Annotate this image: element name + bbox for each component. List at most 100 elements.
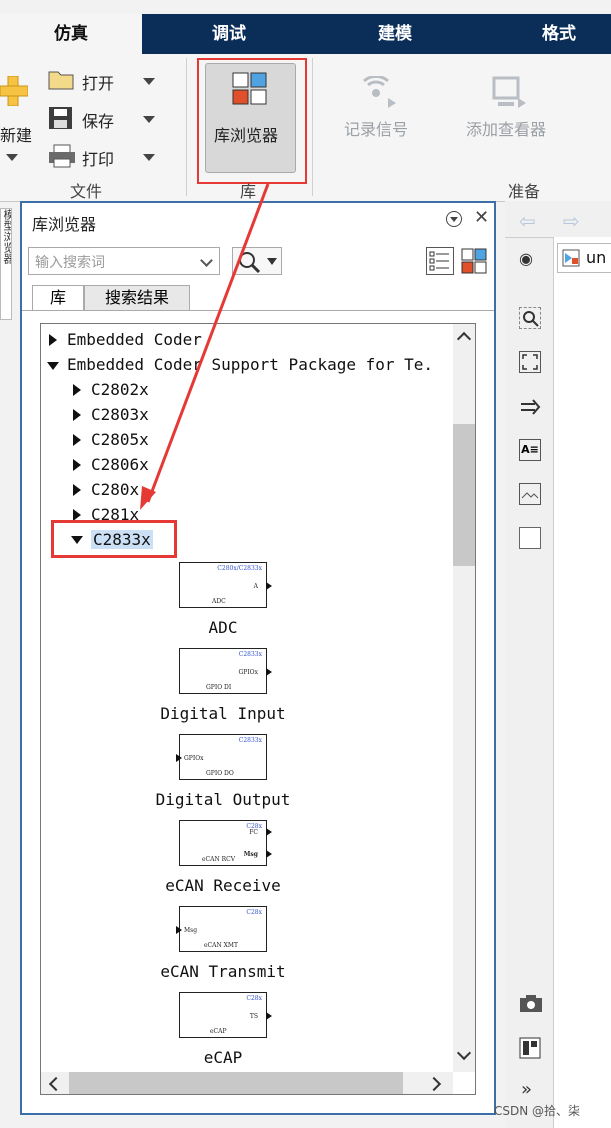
- expand-icon[interactable]: [73, 459, 81, 471]
- hide-panel-icon[interactable]: ◉: [519, 249, 533, 268]
- block-footer: eCAN XMT: [204, 942, 239, 949]
- library-browser-button[interactable]: 库浏览器: [205, 63, 296, 173]
- model-canvas-pane: ⇦ ⇨ un ◉ A≡ »: [505, 201, 611, 1128]
- block-out-port: A: [253, 583, 258, 590]
- scroll-up-icon[interactable]: [456, 331, 472, 347]
- tree-item[interactable]: C2802x: [91, 380, 149, 399]
- save-dropdown-icon[interactable]: [143, 116, 155, 123]
- tab-format[interactable]: 格式: [490, 14, 611, 54]
- model-browser-side-label: 模型浏览器: [2, 209, 12, 264]
- property-inspector-icon[interactable]: [519, 1037, 541, 1059]
- new-plus-icon[interactable]: [0, 75, 29, 107]
- panel-options-icon[interactable]: [446, 211, 462, 227]
- in-port-icon: [176, 754, 182, 762]
- tree-item[interactable]: C2806x: [91, 455, 149, 474]
- tree-item[interactable]: C280x: [91, 480, 139, 499]
- tree-item[interactable]: C2805x: [91, 430, 149, 449]
- panel-title: 库浏览器: [32, 215, 97, 234]
- expand-icon[interactable]: [49, 334, 57, 346]
- record-signal-button[interactable]: 记录信号: [344, 116, 408, 140]
- model-icon: [562, 249, 580, 267]
- prepare-group-label: 准备: [508, 182, 541, 201]
- expand-icon[interactable]: [73, 484, 81, 496]
- camera-icon[interactable]: [519, 993, 542, 1015]
- tab-library[interactable]: 库: [32, 285, 84, 311]
- scroll-right-icon[interactable]: [426, 1076, 442, 1092]
- scroll-left-icon[interactable]: [48, 1076, 64, 1092]
- file-group-label: 文件: [70, 182, 103, 201]
- open-button[interactable]: 打开: [82, 70, 114, 94]
- more-tools-icon[interactable]: »: [521, 1079, 532, 1100]
- forward-arrow-icon[interactable]: ⇨: [563, 209, 580, 233]
- block-footer: ADC: [212, 598, 226, 605]
- ribbon-tab-strip: 仿真 调试 建模 格式: [0, 14, 611, 54]
- search-button[interactable]: [232, 247, 282, 275]
- save-button[interactable]: 保存: [82, 108, 114, 132]
- tab-search-results[interactable]: 搜索结果: [84, 285, 190, 311]
- search-placeholder: 输入搜索词: [35, 255, 105, 271]
- block-digital-input[interactable]: C2833x GPIOx GPIO DI: [179, 648, 272, 694]
- block-header: C280x/C2833x: [217, 565, 262, 572]
- out-port-icon: [266, 668, 272, 676]
- model-tab[interactable]: un: [557, 243, 611, 273]
- collapse-icon[interactable]: [47, 362, 59, 370]
- tab-debug[interactable]: 调试: [160, 14, 298, 54]
- fit-to-view-icon[interactable]: [519, 351, 541, 373]
- block-footer: eCAN RCV: [202, 856, 236, 863]
- annotation-icon[interactable]: A≡: [519, 439, 541, 461]
- vertical-scrollbar[interactable]: [453, 324, 475, 1072]
- block-label: eCAN Transmit: [160, 962, 286, 981]
- horizontal-scroll-thumb[interactable]: [69, 1072, 403, 1094]
- out-port-icon: [266, 850, 272, 858]
- block-ecan-transmit[interactable]: C28x Msg eCAN XMT: [176, 906, 267, 952]
- block-footer: GPIO DI: [206, 684, 232, 691]
- add-viewer-button[interactable]: 添加查看器: [466, 116, 546, 140]
- print-dropdown-icon[interactable]: [143, 154, 155, 161]
- panel-close-icon[interactable]: ✕: [474, 207, 489, 228]
- tree-item-selected[interactable]: C2833x: [91, 530, 153, 549]
- search-history-chevron-icon[interactable]: [200, 254, 213, 267]
- tab-modeling[interactable]: 建模: [326, 14, 464, 54]
- horizontal-scrollbar[interactable]: [41, 1072, 453, 1094]
- search-input[interactable]: 输入搜索词: [28, 247, 220, 275]
- open-folder-icon: [48, 68, 74, 94]
- vertical-scroll-thumb[interactable]: [453, 424, 475, 566]
- tab-simulation[interactable]: 仿真: [0, 14, 142, 54]
- block-label: Digital Input: [160, 704, 286, 723]
- model-browser-side-tab[interactable]: 模型浏览器: [0, 208, 12, 320]
- block-ecan-receive[interactable]: C28x FC Msg eCAN RCV: [179, 820, 272, 866]
- back-arrow-icon[interactable]: ⇦: [519, 209, 536, 233]
- tree-item[interactable]: C2803x: [91, 405, 149, 424]
- open-dropdown-icon[interactable]: [143, 78, 155, 85]
- zoom-area-icon[interactable]: [519, 307, 541, 329]
- watermark: CSDN @拾、柒: [494, 1104, 581, 1118]
- image-icon[interactable]: [519, 483, 541, 505]
- block-header: C2833x: [238, 737, 262, 744]
- block-digital-output[interactable]: C2833x GPIOx GPIO DO: [176, 734, 267, 780]
- block-adc[interactable]: C280x/C2833x A ADC: [179, 562, 272, 608]
- expand-icon[interactable]: [73, 434, 81, 446]
- area-icon[interactable]: [519, 527, 541, 549]
- collapse-icon[interactable]: [71, 536, 83, 544]
- tree-item[interactable]: Embedded Coder Support Package for Te.: [67, 355, 433, 374]
- library-tree: Embedded Coder Embedded Coder Support Pa…: [40, 323, 476, 1095]
- scroll-down-icon[interactable]: [456, 1045, 472, 1061]
- expand-icon[interactable]: [73, 384, 81, 396]
- expand-icon[interactable]: [73, 409, 81, 421]
- library-browser-label: 库浏览器: [214, 126, 279, 145]
- block-label: ADC: [208, 618, 238, 637]
- new-label[interactable]: 新建: [0, 122, 32, 146]
- add-viewer-icon: [492, 76, 528, 114]
- library-browser-icon: [232, 72, 268, 110]
- search-icon: [239, 252, 261, 274]
- search-options-dropdown-icon[interactable]: [267, 258, 277, 265]
- print-button[interactable]: 打印: [82, 146, 114, 170]
- block-header: C28x: [246, 995, 262, 1002]
- arrow-route-icon[interactable]: [519, 397, 541, 419]
- new-dropdown-icon[interactable]: [6, 154, 18, 161]
- canvas-area[interactable]: [553, 237, 611, 1128]
- tree-item[interactable]: Embedded Coder: [67, 330, 202, 349]
- block-ecap[interactable]: C28x TS eCAP: [179, 992, 272, 1038]
- list-view-icon[interactable]: [426, 247, 454, 275]
- icon-view-icon[interactable]: [460, 247, 488, 275]
